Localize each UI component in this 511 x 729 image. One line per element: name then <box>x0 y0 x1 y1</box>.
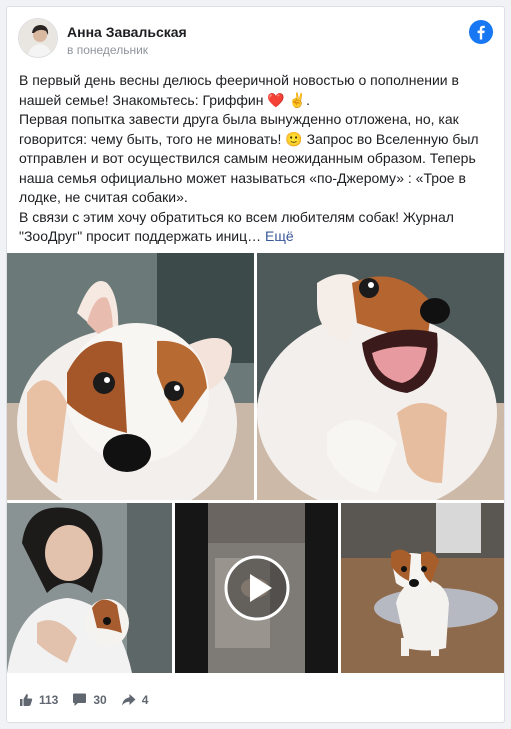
avatar[interactable] <box>18 18 58 58</box>
post-text-line: В первый день весны делюсь фееричной нов… <box>19 72 459 108</box>
engagement-stats: 113 30 4 <box>19 693 162 707</box>
comments-value: 30 <box>93 693 107 707</box>
post-timestamp[interactable]: в понедельник <box>67 43 148 57</box>
post-text-truncated: В связи с этим хочу обратиться ко всем л… <box>19 208 454 245</box>
post-text: В первый день весны делюсь фееричной нов… <box>19 71 489 247</box>
like-icon <box>20 694 33 706</box>
photo-dog-sitting[interactable] <box>341 503 504 673</box>
play-icon[interactable] <box>224 555 290 621</box>
photo-woman-with-dog[interactable] <box>7 503 172 673</box>
comments-count[interactable]: 30 <box>72 693 107 707</box>
likes-value: 113 <box>39 693 59 707</box>
shares-value: 4 <box>141 693 149 707</box>
post-card: Анна Завальская в понедельник В первый д… <box>6 6 505 723</box>
post-text-line: В связи с этим хочу обратиться ко всем л… <box>19 208 489 247</box>
see-more-link[interactable]: Ещё <box>265 228 294 244</box>
facebook-icon[interactable] <box>469 20 493 44</box>
share-icon <box>121 694 136 706</box>
author-name[interactable]: Анна Завальская <box>67 24 187 40</box>
likes-count[interactable]: 113 <box>19 693 58 707</box>
shares-count[interactable]: 4 <box>121 693 149 707</box>
video-thumbnail[interactable] <box>175 503 338 673</box>
post-text-line: Первая попытка завести друга была вынужд… <box>19 111 479 205</box>
photo-dog-closeup[interactable] <box>7 253 254 500</box>
photo-grid <box>7 253 504 673</box>
comment-icon <box>73 693 87 706</box>
photo-dog-yawning[interactable] <box>257 253 504 500</box>
